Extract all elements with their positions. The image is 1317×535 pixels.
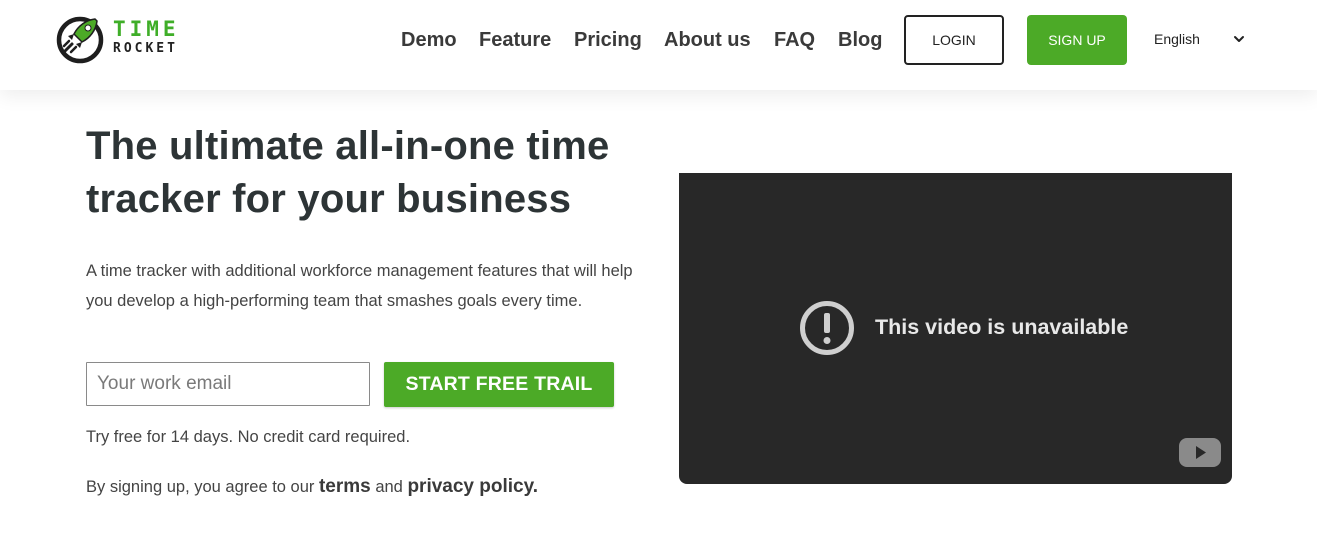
terms-and: and <box>370 478 408 496</box>
chevron-down-icon <box>1234 36 1244 42</box>
language-label: English <box>1154 31 1200 47</box>
start-free-trial-button[interactable]: START FREE TRAIL <box>384 362 614 407</box>
alert-circle-icon <box>800 301 854 355</box>
privacy-policy-link[interactable]: privacy policy. <box>407 476 538 497</box>
youtube-logo-icon[interactable] <box>1179 438 1221 467</box>
brand-wordmark: TIME ROCKET <box>113 19 180 57</box>
hero-description: A time tracker with additional workforce… <box>86 262 633 310</box>
nav-link-about-us[interactable]: About us <box>664 26 751 54</box>
video-player[interactable]: This video is unavailable <box>679 173 1232 484</box>
brand-word-rocket: ROCKET <box>113 41 178 56</box>
work-email-input[interactable] <box>86 362 370 406</box>
nav-link-feature[interactable]: Feature <box>479 26 551 54</box>
video-unavailable-message: This video is unavailable <box>875 315 1129 339</box>
trial-note: Try free for 14 days. No credit card req… <box>86 428 411 446</box>
signup-button[interactable]: SIGN UP <box>1027 15 1127 65</box>
terms-prefix: By signing up, you agree to our <box>86 478 319 496</box>
nav-link-faq[interactable]: FAQ <box>774 26 815 54</box>
hero-title: The ultimate all-in-one time tracker for… <box>86 120 666 226</box>
brand-logo[interactable]: TIME ROCKET <box>56 14 196 64</box>
nav-link-pricing[interactable]: Pricing <box>574 26 642 54</box>
nav-link-blog[interactable]: Blog <box>838 26 882 54</box>
hero-title-line-2: tracker for your business <box>86 177 572 221</box>
brand-word-time: TIME <box>113 17 180 41</box>
terms-link[interactable]: terms <box>319 476 371 497</box>
login-button[interactable]: LOGIN <box>904 15 1004 65</box>
hero-title-line-1: The ultimate all-in-one time <box>86 124 610 168</box>
rocket-logo-icon <box>56 16 104 64</box>
terms-note: By signing up, you agree to our terms an… <box>86 475 538 499</box>
site-header: TIME ROCKET Demo Feature Pricing About u… <box>0 0 1317 90</box>
language-select[interactable]: English <box>1154 29 1249 51</box>
nav-link-demo[interactable]: Demo <box>401 26 457 54</box>
